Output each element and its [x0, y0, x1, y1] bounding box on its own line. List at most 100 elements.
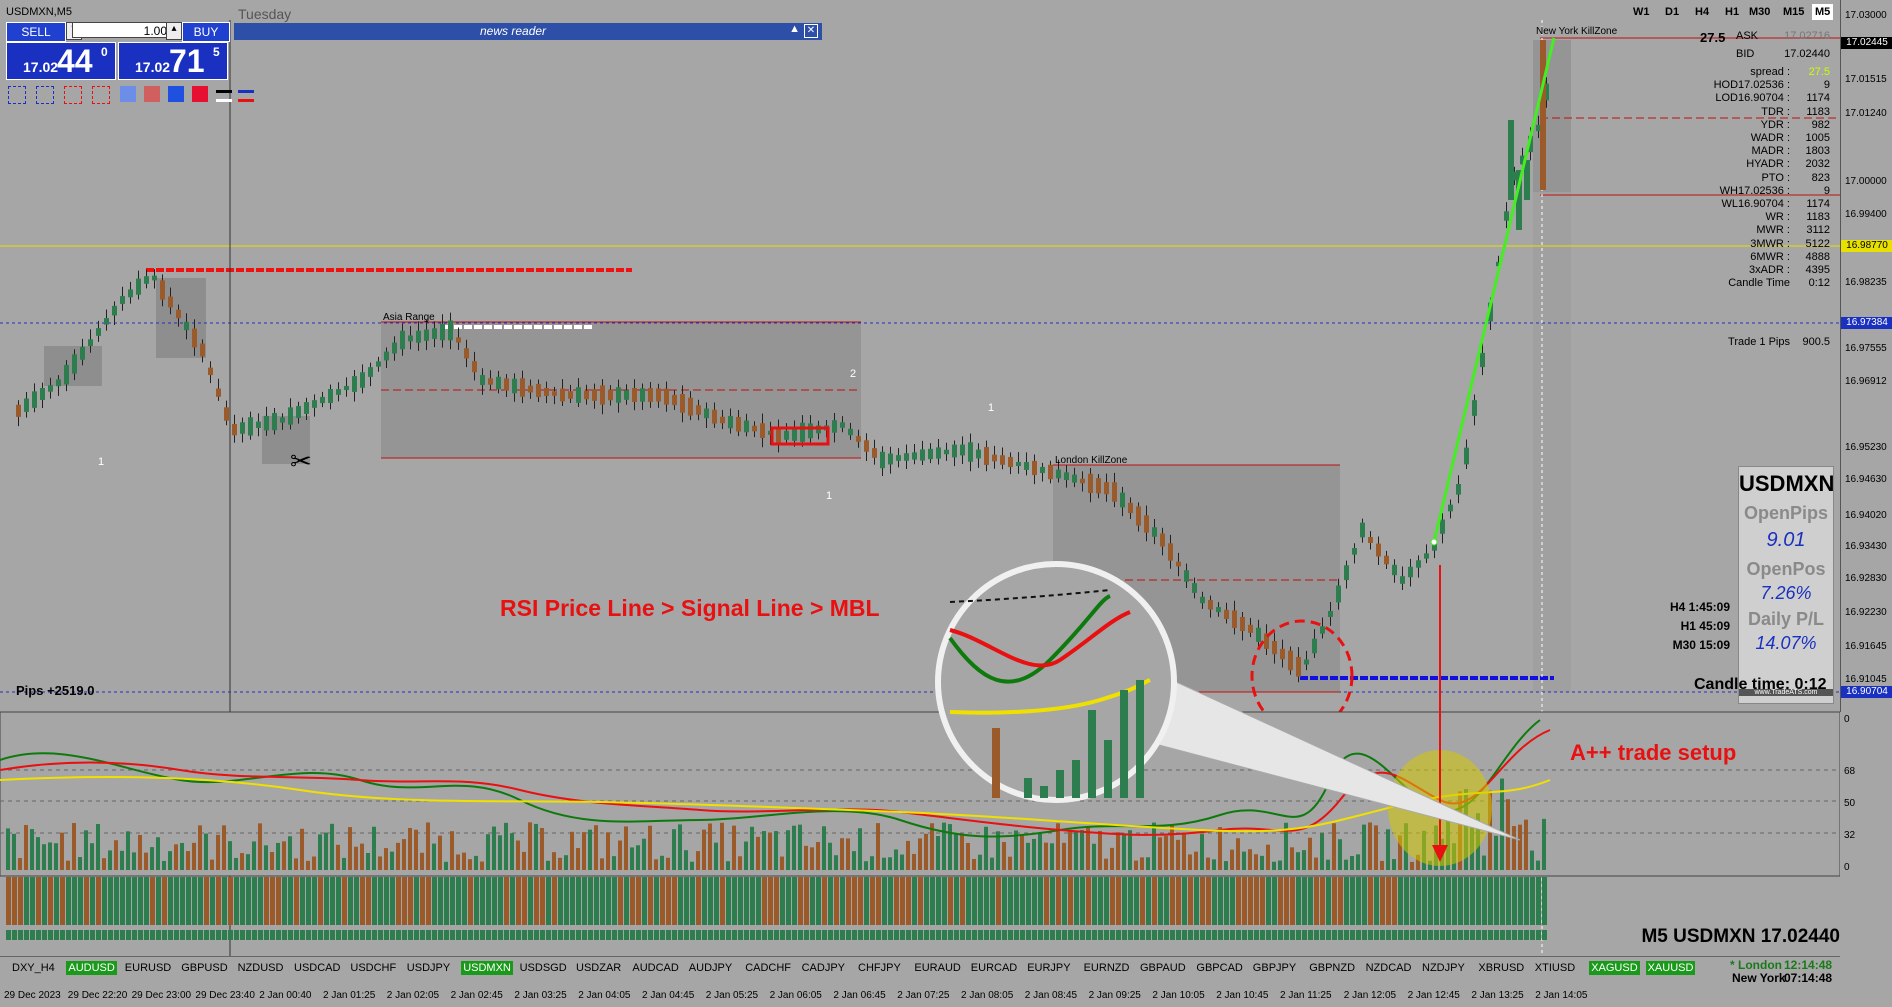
- symbol-tab-audcad[interactable]: AUDCAD: [630, 961, 680, 975]
- buy-button[interactable]: BUY: [182, 22, 230, 42]
- volume-bar: [204, 833, 208, 870]
- scissors-icon[interactable]: ✂: [290, 446, 312, 477]
- histogram-dot: [516, 930, 521, 940]
- histogram-dot: [1242, 930, 1247, 940]
- symbol-tab-nzdusd[interactable]: NZDUSD: [236, 961, 286, 975]
- lot-size-input[interactable]: 1.00: [72, 22, 172, 38]
- rect-red-dashed-tool[interactable]: [64, 86, 82, 104]
- candle-body: [152, 275, 157, 281]
- symbol-tab-eurusd[interactable]: EURUSD: [123, 961, 173, 975]
- symbol-tab-xauusd[interactable]: XAUUSD: [1645, 961, 1696, 975]
- symbol-tab-usdjpy[interactable]: USDJPY: [405, 961, 452, 975]
- symbol-tab-chfjpy[interactable]: CHFJPY: [856, 961, 903, 975]
- volume-bar: [486, 834, 490, 870]
- symbol-tab-nzdjpy[interactable]: NZDJPY: [1420, 961, 1467, 975]
- timeframe-m30[interactable]: M30: [1746, 4, 1773, 20]
- symbol-tab-usdmxn[interactable]: USDMXN: [461, 961, 513, 975]
- histogram-bar: [558, 877, 563, 925]
- histogram-bar: [456, 877, 461, 925]
- sell-button[interactable]: SELL: [6, 22, 66, 42]
- symbol-tab-gbpnzd[interactable]: GBPNZD: [1307, 961, 1357, 975]
- ask-price-box[interactable]: 17.02 71 5: [118, 42, 228, 80]
- histogram-dot: [564, 930, 569, 940]
- volume-bar: [90, 843, 94, 870]
- rect-blue-dotted-tool[interactable]: [36, 86, 54, 104]
- volume-bar: [768, 832, 772, 870]
- candle-body: [544, 387, 549, 397]
- candle-body: [712, 409, 717, 424]
- pips-total: Pips +2519.0: [16, 683, 95, 698]
- histogram-bar: [744, 877, 749, 925]
- collapse-icon[interactable]: ▲: [789, 23, 800, 35]
- histogram-bar: [204, 877, 209, 925]
- symbol-tab-gbpusd[interactable]: GBPUSD: [179, 961, 229, 975]
- symbol-tab-usdzar[interactable]: USDZAR: [574, 961, 623, 975]
- symbol-tab-audusd[interactable]: AUDUSD: [66, 961, 117, 975]
- symbol-tab-gbpcad[interactable]: GBPCAD: [1194, 961, 1244, 975]
- histogram-bar: [288, 877, 293, 925]
- histogram-dot: [510, 930, 515, 940]
- symbol-tab-audjpy[interactable]: AUDJPY: [687, 961, 734, 975]
- symbol-tab-dxy_h4[interactable]: DXY_H4: [10, 961, 57, 975]
- price-tick: 17.00000: [1845, 176, 1887, 187]
- symbol-tab-nzdcad[interactable]: NZDCAD: [1364, 961, 1414, 975]
- daily-pl-label: Daily P/L: [1747, 609, 1825, 629]
- histogram-bar: [642, 877, 647, 925]
- symbol-tab-usdsgd[interactable]: USDSGD: [518, 961, 569, 975]
- histogram-bar: [1170, 877, 1175, 925]
- rect-blue-dashed-tool[interactable]: [8, 86, 26, 104]
- histogram-dot: [1440, 930, 1445, 940]
- histogram-dot: [306, 930, 311, 940]
- symbol-tab-usdcad[interactable]: USDCAD: [292, 961, 342, 975]
- fill-light-blue-tool[interactable]: [120, 86, 136, 102]
- timeframe-m5[interactable]: M5: [1812, 4, 1834, 20]
- fill-red-tool[interactable]: [192, 86, 208, 102]
- symbol-tab-eurjpy[interactable]: EURJPY: [1025, 961, 1072, 975]
- price-chart[interactable]: [0, 0, 1840, 1007]
- volume-bar: [1512, 826, 1516, 870]
- candle-body: [648, 388, 653, 402]
- volume-bar: [906, 840, 910, 870]
- volume-bar: [288, 836, 292, 870]
- timeframe-m15[interactable]: M15: [1780, 4, 1807, 20]
- symbol-tab-xbrusd[interactable]: XBRUSD: [1476, 961, 1526, 975]
- time-tick: 2 Jan 14:05: [1535, 990, 1588, 1001]
- symbol-tab-gbpjpy[interactable]: GBPJPY: [1251, 961, 1298, 975]
- histogram-dot: [66, 930, 71, 940]
- candle-body: [1328, 611, 1333, 617]
- timeframe-w1[interactable]: W1: [1630, 4, 1653, 20]
- symbol-tab-cadchf[interactable]: CADCHF: [743, 961, 793, 975]
- volume-bar: [1122, 833, 1126, 870]
- symbol-tab-gbpaud[interactable]: GBPAUD: [1138, 961, 1188, 975]
- close-icon[interactable]: ✕: [804, 24, 818, 38]
- symbol-tab-xtiusd[interactable]: XTIUSD: [1533, 961, 1577, 975]
- histogram-dot: [1080, 930, 1085, 940]
- rect-red-dotted-tool[interactable]: [92, 86, 110, 104]
- symbol-tab-xagusd[interactable]: XAGUSD: [1589, 961, 1640, 975]
- bid-price-box[interactable]: 17.02 44 0: [6, 42, 116, 80]
- histogram-bar: [408, 877, 413, 925]
- timeframe-h4[interactable]: H4: [1692, 4, 1712, 20]
- volume-bar: [972, 858, 976, 870]
- symbol-tab-euraud[interactable]: EURAUD: [912, 961, 962, 975]
- histogram-dot: [6, 930, 11, 940]
- volume-bar: [1344, 859, 1348, 870]
- histogram-bar: [360, 877, 365, 925]
- symbol-tab-cadjpy[interactable]: CADJPY: [800, 961, 847, 975]
- chart-area[interactable]: USDMXN,M5 Tuesday W1 D1 H4 H1 M30 M15 M5 SELL …: [0, 0, 1840, 1007]
- symbol-tab-eurcad[interactable]: EURCAD: [969, 961, 1019, 975]
- symbol-tab-usdchf[interactable]: USDCHF: [348, 961, 398, 975]
- volume-bar: [900, 854, 904, 870]
- news-reader-bar[interactable]: news reader ▲ ✕: [234, 23, 822, 40]
- line-black-white-tool[interactable]: [216, 90, 232, 102]
- fill-light-red-tool[interactable]: [144, 86, 160, 102]
- fill-blue-tool[interactable]: [168, 86, 184, 102]
- line-blue-red-tool[interactable]: [238, 90, 254, 102]
- timeframe-d1[interactable]: D1: [1662, 4, 1682, 20]
- symbol-tab-eurnzd[interactable]: EURNZD: [1082, 961, 1132, 975]
- histogram-dot: [954, 930, 959, 940]
- timeframe-h1[interactable]: H1: [1722, 4, 1742, 20]
- lot-increase-button[interactable]: ▴: [166, 22, 182, 40]
- info-key: MWR :: [1756, 224, 1790, 237]
- volume-bar: [510, 833, 514, 870]
